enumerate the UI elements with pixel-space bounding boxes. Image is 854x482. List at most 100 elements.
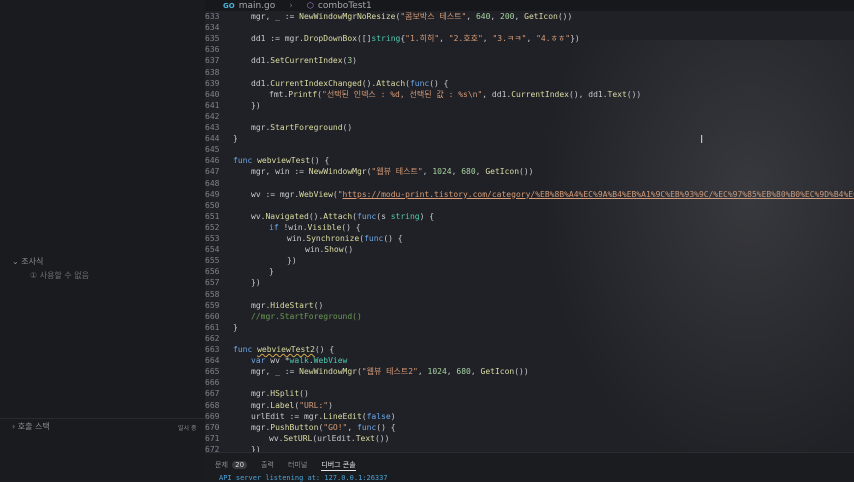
line-number: 672 (205, 444, 220, 452)
code-text: mgr.HSplit() (251, 389, 309, 399)
line-number: 662 (205, 333, 220, 343)
code-line[interactable]: 649 wv := mgr.WebView("https://modu-print… (205, 189, 854, 200)
line-number: 634 (205, 23, 220, 33)
code-text: mgr.Label("URL:") (251, 400, 333, 410)
code-text: dd1 := mgr.DropDownBox([]string{"1.히히", … (251, 34, 580, 44)
breadcrumb-file-label: main.go (238, 0, 276, 11)
line-number: 635 (205, 34, 220, 44)
code-text: wv.SetURL(urlEdit.Text()) (269, 433, 390, 443)
code-line[interactable]: 638 (205, 67, 854, 78)
line-number: 642 (205, 111, 220, 121)
code-text: } (233, 134, 238, 144)
code-text: mgr, win := NewWindowMgr("웹뷰 테스트", 1024,… (251, 167, 534, 177)
line-number: 645 (205, 145, 220, 155)
code-line[interactable]: 644} (205, 133, 854, 144)
code-line[interactable]: 647 mgr, win := NewWindowMgr("웹뷰 테스트", 10… (205, 166, 854, 177)
line-number: 633 (205, 12, 220, 21)
code-line[interactable]: 652 if !win.Visible() { (205, 222, 854, 233)
line-number: 667 (205, 389, 220, 399)
code-line[interactable]: 671 wv.SetURL(urlEdit.Text()) (205, 433, 854, 444)
code-line[interactable]: 653 win.Synchronize(func() { (205, 233, 854, 244)
tab-problems-label: 문제 (215, 461, 228, 469)
code-editor[interactable]: 633 mgr, _ := NewWindowMgrNoResize("콤보박스 … (205, 11, 854, 452)
code-line[interactable]: 633 mgr, _ := NewWindowMgrNoResize("콤보박스 … (205, 11, 854, 22)
code-line[interactable]: 672}) (205, 444, 854, 452)
code-line[interactable]: 651 wv.Navigated().Attach(func(s string) … (205, 211, 854, 222)
line-number: 653 (205, 234, 220, 243)
code-line[interactable]: 643 mgr.StartForeground() (205, 122, 854, 133)
code-line[interactable]: 663 func webviewTest2() { (205, 344, 854, 355)
tab-debug-console[interactable]: 디버그 콘솔 (321, 460, 356, 471)
code-line[interactable]: 654 win.Show() (205, 244, 854, 255)
watch-section-label: 조사식 (21, 257, 44, 266)
line-number: 643 (205, 123, 220, 132)
sidebar: ⌄ 조사식 ① 사용할 수 없음 › 호출 스택 일시 중 (0, 0, 206, 480)
code-line[interactable]: 666 (205, 377, 854, 388)
line-number: 665 (205, 367, 220, 377)
code-line[interactable]: 634 (205, 22, 854, 33)
code-line[interactable]: 662 (205, 333, 854, 344)
code-line[interactable]: 635 dd1 := mgr.DropDownBox([]string{"1.히히… (205, 33, 854, 44)
code-line[interactable]: 664 var wv *walk.WebView (205, 355, 854, 366)
code-line[interactable]: 660 //mgr.StartForeground() (205, 311, 854, 322)
code-line[interactable]: 669 urlEdit := mgr.LineEdit(false) (205, 411, 854, 422)
tab-problems[interactable]: 문제 20 (215, 460, 248, 471)
code-text: } (269, 267, 274, 277)
code-line[interactable]: 637 dd1.SetCurrentIndex(3) (205, 55, 854, 66)
code-text: //mgr.StartForeground() (251, 311, 362, 321)
code-line[interactable]: 645 (205, 144, 854, 155)
chevron-down-icon: ⌄ (12, 257, 19, 266)
line-number: 639 (205, 78, 220, 88)
code-line[interactable]: 640 fmt.Printf("선택된 인덱스 : %d, 선택된 값 : %s\… (205, 89, 854, 100)
code-line[interactable]: 648 (205, 178, 854, 189)
line-number: 651 (205, 211, 220, 221)
code-text: dd1.SetCurrentIndex(3) (251, 56, 357, 66)
code-line[interactable]: 639 dd1.CurrentIndexChanged().Attach(func… (205, 78, 854, 89)
breadcrumb-file[interactable]: GO main.go (223, 1, 275, 11)
code-line[interactable]: 670 mgr.PushButton("GO!", func() { (205, 422, 854, 433)
code-line[interactable]: 668 mgr.Label("URL:") (205, 400, 854, 411)
code-line[interactable]: 659 mgr.HideStart() (205, 300, 854, 311)
problems-count-badge: 20 (232, 461, 248, 469)
code-text: }) (287, 256, 297, 266)
line-number: 671 (205, 433, 220, 443)
line-number: 655 (205, 256, 220, 266)
code-line[interactable]: 650 (205, 200, 854, 211)
code-line[interactable]: 636 (205, 44, 854, 55)
code-line[interactable]: 661} (205, 322, 854, 333)
line-number: 638 (205, 67, 220, 77)
line-number: 663 (205, 345, 220, 354)
code-line[interactable]: 646 func webviewTest() { (205, 155, 854, 166)
code-line[interactable]: 658 (205, 289, 854, 300)
tab-terminal[interactable]: 터미널 (288, 460, 307, 471)
code-text: mgr.PushButton("GO!", func() { (251, 422, 396, 432)
code-text: mgr.StartForeground() (251, 123, 353, 132)
code-line[interactable]: 657}) (205, 277, 854, 288)
code-line[interactable]: 655}) (205, 255, 854, 266)
line-number: 659 (205, 300, 220, 310)
chevron-right-icon: › (12, 422, 16, 431)
code-text: }) (251, 100, 261, 110)
callstack-section-label: 호출 스택 (17, 422, 50, 431)
callstack-section-header[interactable]: › 호출 스택 (12, 421, 50, 432)
function-symbol-icon: ⬡ (306, 1, 314, 10)
line-number: 666 (205, 378, 220, 388)
code-text: if !win.Visible() { (269, 222, 361, 232)
breadcrumb-function[interactable]: ⬡ comboTest1 (307, 1, 372, 11)
watch-section-header[interactable]: ⌄ 조사식 (12, 256, 43, 267)
go-file-icon: GO (223, 1, 235, 10)
line-number: 641 (205, 100, 220, 110)
code-text: win.Synchronize(func() { (287, 234, 403, 243)
line-number: 646 (205, 156, 220, 166)
tab-output[interactable]: 출력 (261, 460, 274, 471)
line-number: 640 (205, 89, 220, 99)
line-number: 668 (205, 400, 220, 410)
code-line[interactable]: 667 mgr.HSplit() (205, 388, 854, 399)
code-line[interactable]: 641}) (205, 100, 854, 111)
code-text: mgr.HideStart() (251, 300, 324, 310)
code-line[interactable]: 656} (205, 266, 854, 277)
debug-console-output: API server listening at: 127.0.0.1:26337 (219, 474, 388, 482)
line-number: 636 (205, 45, 220, 55)
code-line[interactable]: 665 mgr, _ := NewWindowMgr("웹뷰 테스트2", 102… (205, 366, 854, 377)
code-line[interactable]: 642 (205, 111, 854, 122)
